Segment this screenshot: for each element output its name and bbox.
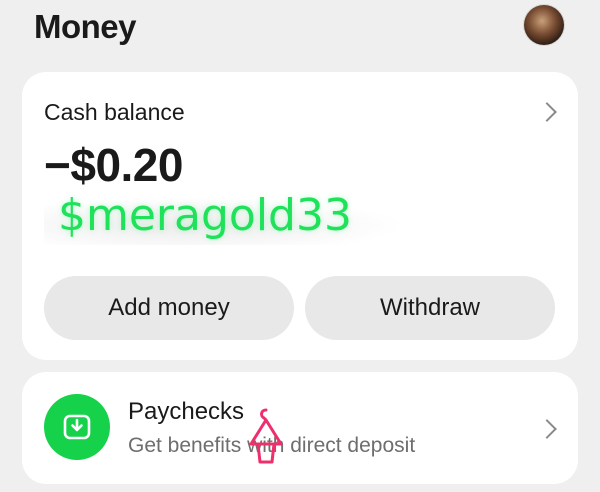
paychecks-card[interactable]: Paychecks Get benefits with direct depos… [22,372,578,484]
paychecks-title: Paychecks [128,398,245,425]
balance-label: Cash balance [44,99,185,125]
avatar[interactable] [524,5,564,45]
add-money-button[interactable]: Add money [44,276,294,340]
balance-amount: −$0.20 [44,139,183,191]
cash-balance-card[interactable]: Cash balance −$0.20 $meragold33 Add mone… [22,72,578,360]
cashtag-overlay: $meragold33 [58,190,352,241]
hanger-icon [249,408,283,464]
chevron-right-icon[interactable] [537,419,557,439]
download-tray-icon [44,394,110,460]
chevron-right-icon[interactable] [537,102,557,122]
page-title: Money [34,8,137,45]
withdraw-button[interactable]: Withdraw [305,276,555,340]
